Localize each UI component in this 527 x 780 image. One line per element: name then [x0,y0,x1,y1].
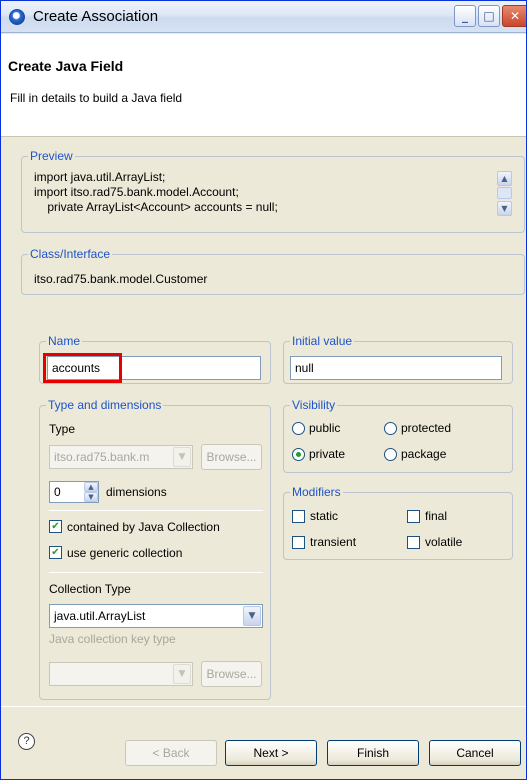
collection-type-value: java.util.ArrayList [54,609,146,623]
static-label: static [310,509,339,523]
preview-line-1: import java.util.ArrayList; [34,170,166,184]
key-type-combo[interactable]: ▼ [49,662,193,686]
chevron-down-icon: ▼ [173,447,191,467]
name-legend: Name [46,334,83,348]
close-button[interactable]: ✕ [502,5,526,27]
minimize-button[interactable]: _ [454,5,476,27]
maximize-button[interactable]: □ [478,5,500,27]
finish-button[interactable]: Finish [327,740,419,766]
modifiers-group: Modifiers static final transient volatil… [283,485,513,560]
transient-label: transient [310,535,357,549]
chevron-down-icon: ▼ [243,606,261,626]
preview-line-2: import itso.rad75.bank.model.Account; [34,185,239,199]
transient-checkbox[interactable] [292,536,305,549]
window-title: Create Association [33,8,159,25]
collection-type-combo[interactable]: java.util.ArrayList ▼ [49,604,263,628]
chevron-down-icon: ▼ [173,664,191,684]
type-dimensions-group: Type and dimensions Type itso.rad75.bank… [39,398,271,700]
preview-line-3: private ArrayList<Account> accounts = nu… [34,200,278,214]
contained-checkbox[interactable]: ✔ [49,520,62,533]
preview-group: Preview import java.util.ArrayList; impo… [21,149,525,233]
type-combo[interactable]: itso.rad75.bank.m ▼ [49,445,193,469]
create-association-dialog: Create Association _ □ ✕ Create Java Fie… [0,0,527,780]
title-bar: Create Association _ □ ✕ [1,1,526,33]
contained-label: contained by Java Collection [67,520,220,534]
preview-legend: Preview [28,149,75,163]
wizard-description: Fill in details to build a Java field [10,91,183,105]
package-radio[interactable] [384,448,397,461]
name-highlight-box [43,353,122,383]
class-interface-value: itso.rad75.bank.model.Customer [34,272,208,286]
type-dimensions-legend: Type and dimensions [46,398,164,412]
key-type-label: Java collection key type [49,632,176,646]
collection-type-label: Collection Type [49,582,131,596]
final-label: final [425,509,448,523]
protected-radio[interactable] [384,422,397,435]
static-checkbox[interactable] [292,510,305,523]
spinner-up-icon[interactable]: ▲ [84,482,98,492]
scroll-up-icon[interactable]: ▲ [497,171,512,186]
generic-label: use generic collection [67,546,183,560]
type-label: Type [49,422,76,436]
key-type-browse-button[interactable]: Browse... [201,661,262,687]
help-icon[interactable]: ? [18,733,35,750]
volatile-label: volatile [425,535,463,549]
spinner-down-icon[interactable]: ▼ [84,492,98,502]
public-label: public [309,421,341,435]
next-button[interactable]: Next > [225,740,317,766]
type-combo-value: itso.rad75.bank.m [54,450,150,464]
separator [49,510,263,511]
public-radio[interactable] [292,422,305,435]
type-browse-button[interactable]: Browse... [201,444,262,470]
wizard-title: Create Java Field [8,58,124,74]
volatile-checkbox[interactable] [407,536,420,549]
eclipse-app-icon [9,9,25,25]
back-button[interactable]: < Back [125,740,217,766]
visibility-group: Visibility public protected private pack… [283,398,513,473]
generic-checkbox[interactable]: ✔ [49,546,62,559]
cancel-button[interactable]: Cancel [429,740,521,766]
final-checkbox[interactable] [407,510,420,523]
dimensions-label: dimensions [106,485,167,499]
footer-separator [1,706,526,707]
initial-value-legend: Initial value [290,334,355,348]
visibility-legend: Visibility [290,398,338,412]
private-label: private [309,447,346,461]
wizard-header: Create Java Field Fill in details to bui… [1,34,526,137]
class-interface-group: Class/Interface itso.rad75.bank.model.Cu… [21,247,525,295]
scroll-down-icon[interactable]: ▼ [497,201,512,216]
separator [49,572,263,573]
modifiers-legend: Modifiers [290,485,343,499]
protected-label: protected [401,421,452,435]
private-radio[interactable] [292,448,305,461]
initial-value-field[interactable] [290,356,502,380]
scrollbar-thumb[interactable] [497,187,512,199]
package-label: package [401,447,447,461]
class-interface-legend: Class/Interface [28,247,113,261]
